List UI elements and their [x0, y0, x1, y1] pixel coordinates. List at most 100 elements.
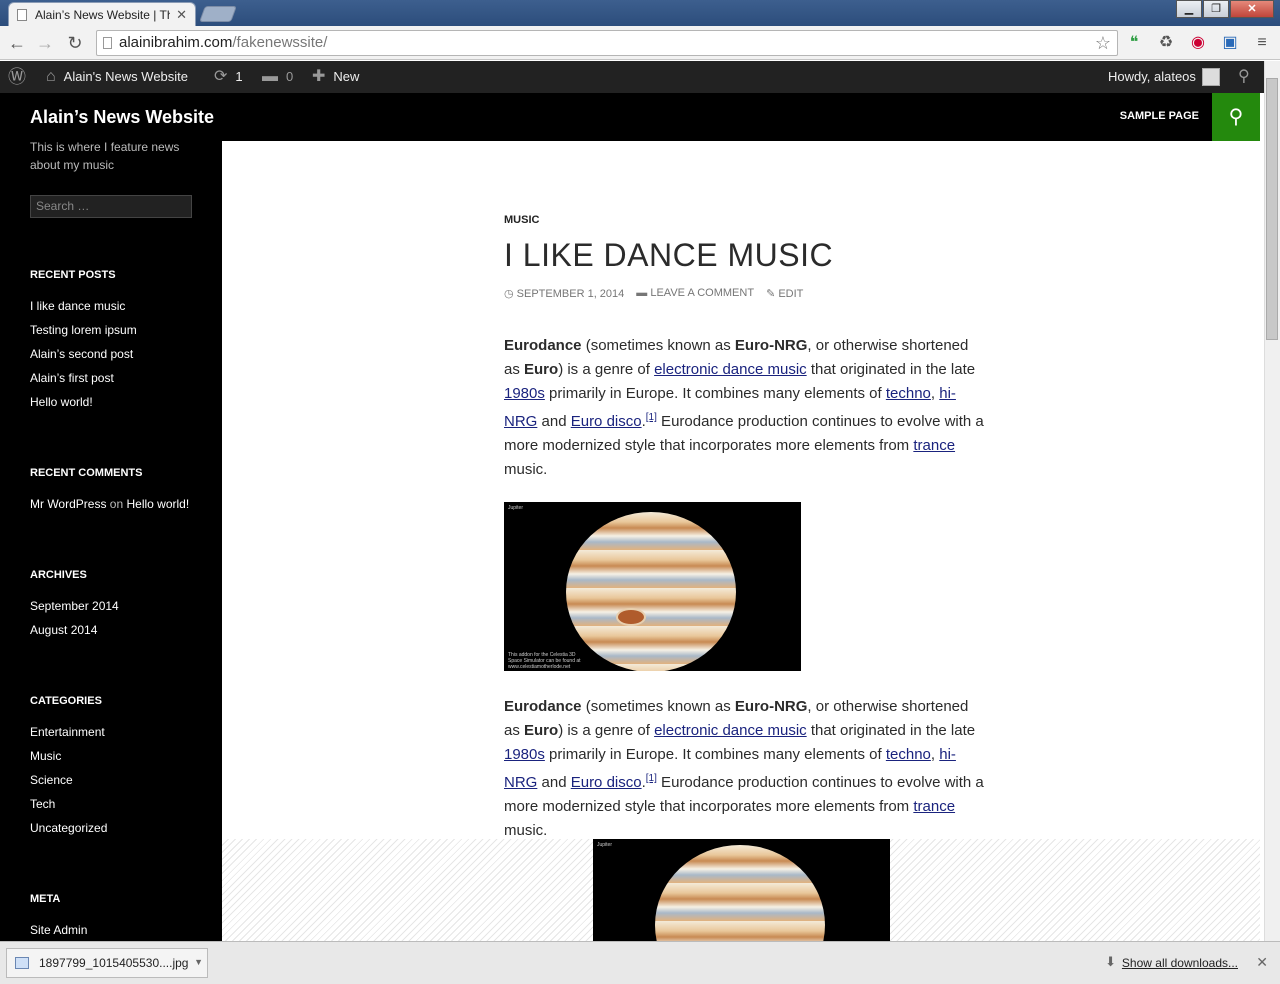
url-domain: alainibrahim.com — [119, 34, 233, 51]
category-link[interactable]: Uncategorized — [30, 821, 107, 845]
bold-term: Euro — [524, 722, 559, 739]
tab-close-icon[interactable]: ✕ — [176, 7, 187, 23]
link-electronic-dance-music[interactable]: electronic dance music — [654, 361, 807, 378]
new-label: New — [333, 69, 360, 84]
leave-comment-label: LEAVE A COMMENT — [650, 287, 755, 299]
text-run: ) is a genre of — [558, 722, 655, 739]
hangouts-icon[interactable]: ❝ — [1124, 33, 1144, 53]
widget-heading: CATEGORIES — [30, 695, 102, 707]
download-filename: 1897799_1015405530....jpg — [39, 956, 189, 970]
pencil-icon: ✎ — [766, 288, 776, 300]
post-category-link[interactable]: MUSIC — [504, 214, 539, 226]
reference-link[interactable]: [1] — [646, 773, 657, 784]
sidebar-search-input[interactable]: Search … — [30, 195, 192, 218]
recent-post-link[interactable]: Alain’s second post — [30, 347, 137, 371]
link-euro-disco[interactable]: Euro disco — [571, 413, 642, 430]
comment-icon: ▬ — [636, 287, 648, 299]
text-run: music. — [504, 822, 548, 839]
updates-link[interactable]: ⟳ 1 — [214, 61, 243, 93]
wordpress-logo-icon[interactable]: Ⓦ — [8, 61, 34, 93]
recent-post-link[interactable]: I like dance music — [30, 299, 137, 323]
new-content-link[interactable]: ✚ New — [312, 61, 359, 93]
edit-label: EDIT — [778, 288, 804, 300]
text-run: music. — [504, 461, 548, 478]
recent-post-link[interactable]: Testing lorem ipsum — [30, 323, 137, 347]
jupiter-image[interactable]: Jupiter This addon for the Celestia 3D S… — [504, 502, 801, 671]
admin-search-icon[interactable]: ⚲ — [1238, 61, 1250, 93]
download-item[interactable]: 1897799_1015405530....jpg ▼ — [6, 948, 208, 978]
widget-heading: RECENT POSTS — [30, 269, 116, 281]
comment-post-link[interactable]: Hello world! — [127, 497, 190, 511]
bold-term: Euro-NRG — [734, 337, 808, 354]
category-link[interactable]: Science — [30, 773, 107, 797]
recent-post-link[interactable]: Hello world! — [30, 395, 137, 419]
window-controls: ▁ ❐ ✕ — [1175, 0, 1274, 18]
browser-tab[interactable]: Alain’s News Website | Thi ✕ — [8, 2, 196, 26]
show-all-downloads-link[interactable]: Show all downloads... — [1122, 956, 1238, 970]
bold-term: Eurodance — [504, 698, 582, 715]
site-title[interactable]: Alain’s News Website — [30, 107, 214, 128]
window-close-button[interactable]: ✕ — [1230, 0, 1274, 18]
download-arrow-icon: ⬇ — [1105, 954, 1116, 969]
search-toggle-icon[interactable]: ⚲ — [1212, 93, 1260, 141]
browser-toolbar: ← → ↻ alainibrahim.com/fakenewssite/ ☆ ❝… — [0, 26, 1280, 60]
link-euro-disco[interactable]: Euro disco — [571, 774, 642, 791]
widget-heading: RECENT COMMENTS — [30, 467, 143, 479]
forward-icon[interactable]: → — [34, 32, 56, 54]
color-wheel-icon[interactable]: ◉ — [1188, 33, 1208, 53]
site-header-nav: SAMPLE PAGE ⚲ — [222, 93, 1260, 141]
post-paragraph: Eurodance (sometimes known as Euro-NRG, … — [504, 695, 984, 843]
category-link[interactable]: Tech — [30, 797, 107, 821]
maximize-button[interactable]: ❐ — [1203, 0, 1229, 18]
updates-icon: ⟳ — [214, 68, 228, 85]
minimize-button[interactable]: ▁ — [1176, 0, 1202, 18]
link-1980s[interactable]: 1980s — [504, 385, 545, 402]
comments-link[interactable]: ▬ 0 — [262, 61, 293, 93]
menu-icon[interactable]: ≡ — [1252, 33, 1272, 53]
close-shelf-icon[interactable]: ✕ — [1256, 954, 1268, 971]
page-icon — [103, 37, 112, 49]
scrollbar-thumb[interactable] — [1266, 78, 1278, 340]
admin-site-link[interactable]: ⌂ Alain's News Website — [46, 61, 188, 93]
leave-comment-link[interactable]: ▬ LEAVE A COMMENT — [636, 287, 754, 300]
archive-link[interactable]: September 2014 — [30, 599, 119, 623]
category-link[interactable]: Music — [30, 749, 107, 773]
site-sidebar: Alain’s News Website This is where I fea… — [0, 93, 222, 941]
reload-icon[interactable]: ↻ — [64, 32, 86, 54]
text-run: primarily in Europe. It combines many el… — [544, 385, 886, 402]
account-menu[interactable]: Howdy, alateos — [1108, 61, 1220, 93]
tab-title: Alain’s News Website | Thi — [35, 7, 171, 22]
address-bar[interactable]: alainibrahim.com/fakenewssite/ ☆ — [96, 30, 1118, 56]
back-icon[interactable]: ← — [6, 32, 28, 54]
screen-capture-icon[interactable]: ▣ — [1220, 33, 1240, 53]
archive-link[interactable]: August 2014 — [30, 623, 119, 647]
link-1980s[interactable]: 1980s — [504, 746, 545, 763]
link-electronic-dance-music[interactable]: electronic dance music — [654, 722, 807, 739]
link-techno[interactable]: techno — [886, 385, 931, 402]
jupiter-image-large[interactable]: Jupiter — [593, 839, 890, 941]
planet-graphic — [566, 512, 736, 671]
comment-author-link[interactable]: Mr WordPress — [30, 497, 106, 511]
image-file-icon — [15, 957, 29, 969]
link-trance[interactable]: trance — [913, 798, 955, 815]
text-run: (sometimes known as — [581, 698, 735, 715]
recycle-icon[interactable]: ♻ — [1156, 33, 1176, 53]
category-link[interactable]: Entertainment — [30, 725, 107, 749]
text-run: ) is a genre of — [558, 361, 655, 378]
link-trance[interactable]: trance — [913, 437, 955, 454]
text-run: that originated in the late — [806, 722, 976, 739]
bookmark-star-icon[interactable]: ☆ — [1095, 31, 1111, 55]
reference-link[interactable]: [1] — [646, 412, 657, 423]
post-date: SEPTEMBER 1, 2014 — [516, 288, 625, 300]
featured-image-area: Jupiter — [222, 839, 1260, 941]
recent-comments-widget: RECENT COMMENTS Mr WordPress on Hello wo… — [30, 467, 189, 521]
recent-post-link[interactable]: Alain’s first post — [30, 371, 137, 395]
edit-link[interactable]: ✎ EDIT — [766, 287, 803, 300]
nav-sample-page[interactable]: SAMPLE PAGE — [1120, 110, 1199, 122]
browser-titlebar: Alain’s News Website | Thi ✕ ▁ ❐ ✕ — [0, 0, 1280, 26]
comments-count: 0 — [286, 69, 294, 84]
dropdown-arrow-icon[interactable]: ▼ — [194, 957, 203, 967]
post-date-link[interactable]: ◷ SEPTEMBER 1, 2014 — [504, 287, 624, 300]
new-tab-button[interactable] — [199, 6, 237, 22]
link-techno[interactable]: techno — [886, 746, 931, 763]
